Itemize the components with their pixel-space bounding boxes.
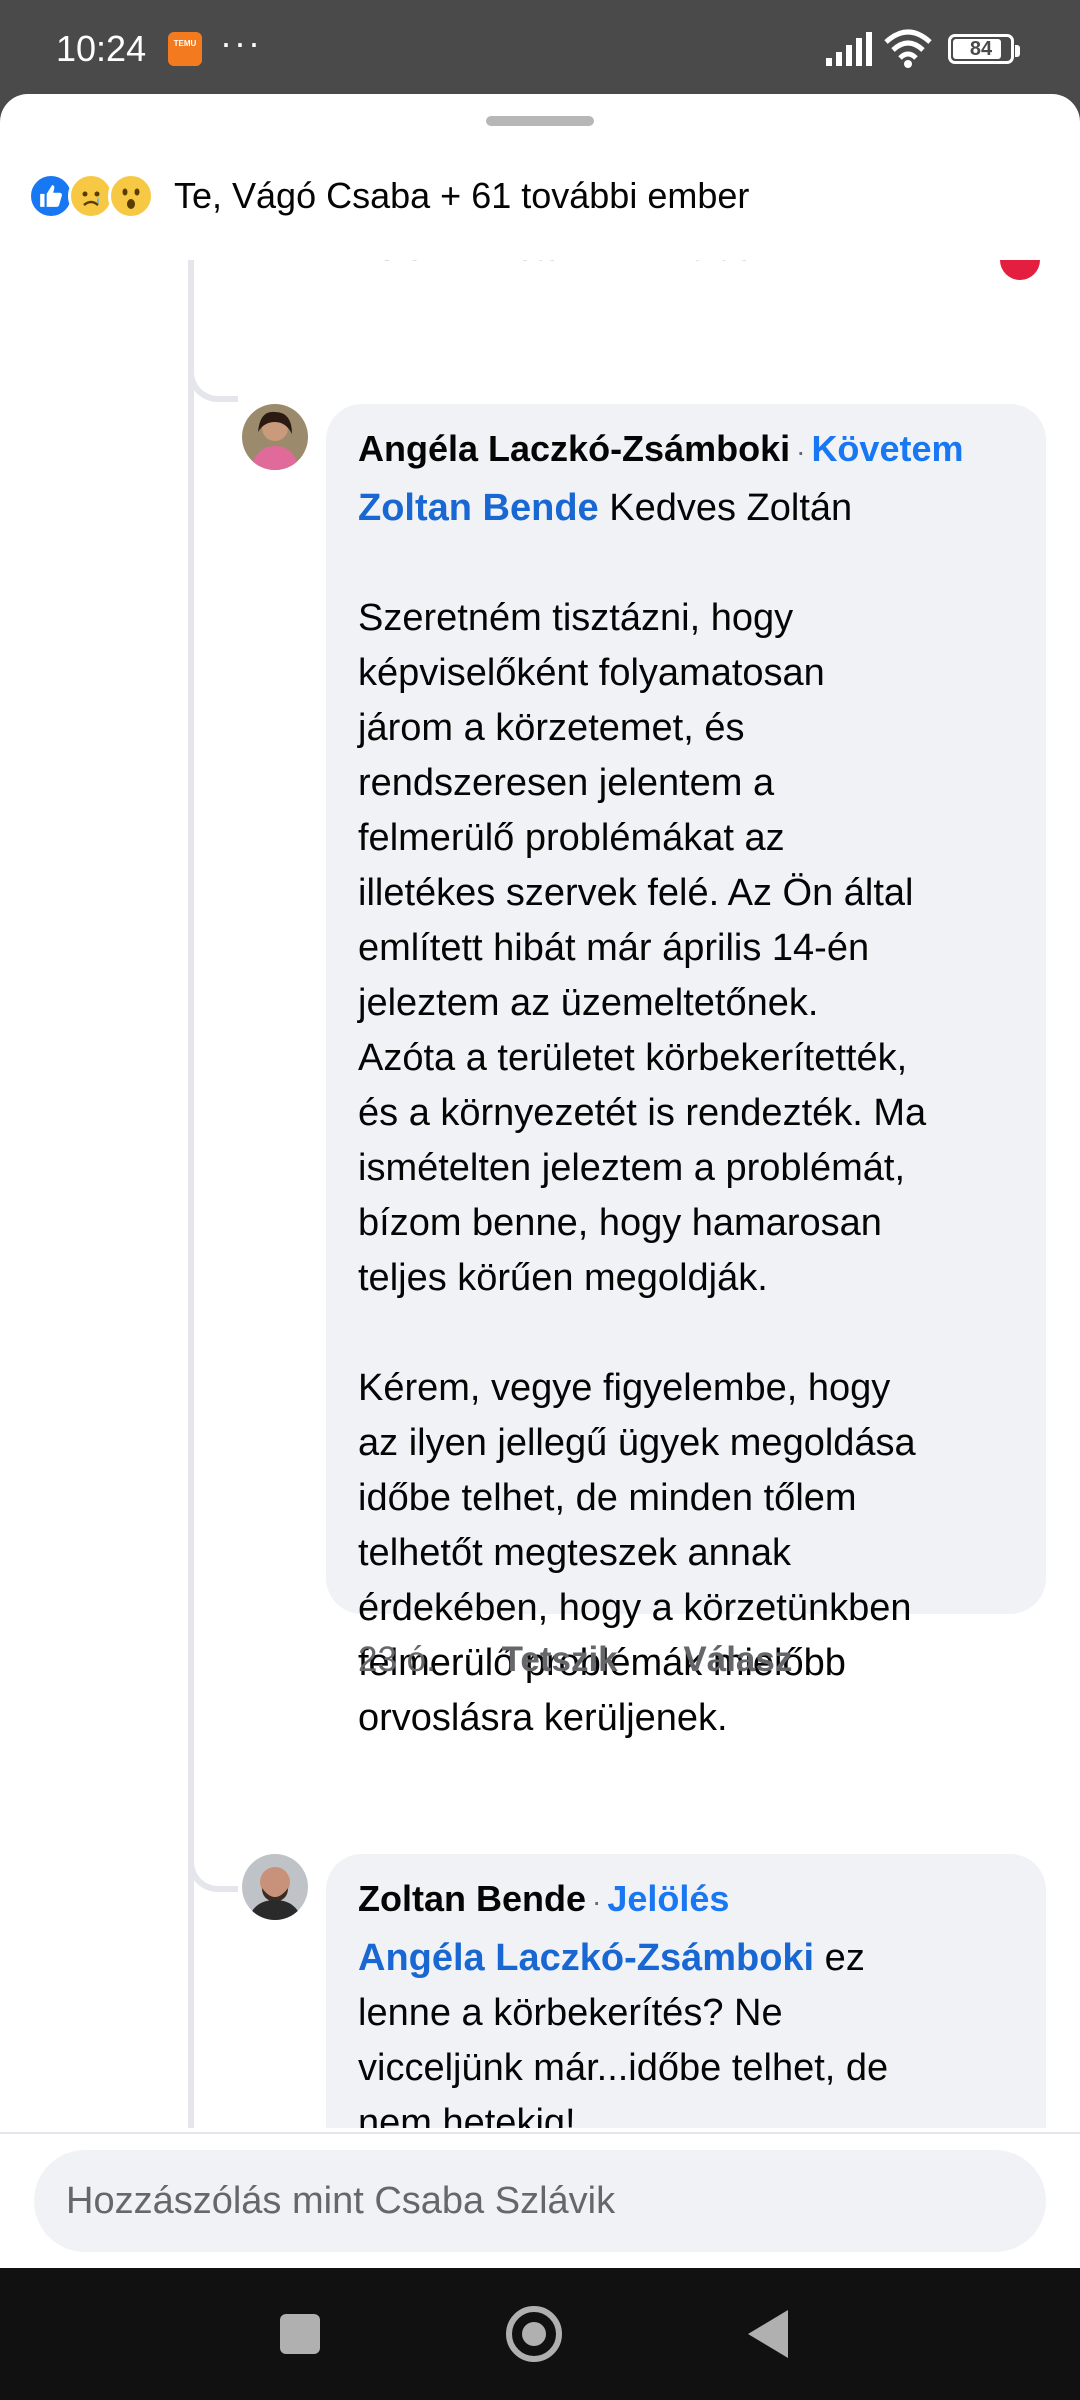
avatar[interactable] bbox=[242, 404, 308, 470]
comments-sheet: Te, Vágó Csaba + 61 további ember 23 ó. … bbox=[0, 94, 1080, 2268]
mention-link[interactable]: Zoltan Bende bbox=[358, 487, 599, 529]
comment-time: 23 ó. bbox=[358, 1640, 436, 1679]
more-notifications-icon: ··· bbox=[220, 22, 262, 63]
recents-button[interactable] bbox=[280, 2314, 320, 2354]
signal-icon bbox=[826, 32, 872, 66]
follow-button[interactable]: Követem bbox=[811, 428, 963, 469]
thread-branch bbox=[188, 362, 238, 402]
comment-body: lenne a körbekerítés? Ne vicceljünk már.… bbox=[358, 1992, 889, 2128]
system-nav-bar bbox=[0, 2268, 1080, 2400]
reactions-summary-text: Te, Vágó Csaba + 61 további ember bbox=[174, 175, 750, 216]
comment-thread[interactable]: 23 ó. Tetszik Válasz Angéla Laczkó-Zsámb… bbox=[0, 260, 1080, 2128]
reaction-badge-icon bbox=[1000, 260, 1040, 280]
tag-button[interactable]: Jelölés bbox=[607, 1878, 729, 1919]
comment-author[interactable]: Angéla Laczkó-Zsámboki bbox=[358, 428, 790, 469]
comment-author-line: Zoltan Bende · Jelölés bbox=[358, 1878, 730, 1919]
like-action[interactable]: Tetszik bbox=[498, 260, 602, 268]
drag-handle[interactable] bbox=[486, 116, 594, 126]
comment-bubble: Zoltan Bende · Jelölés Angéla Laczkó-Zsámb… bbox=[326, 1854, 1046, 2128]
status-bar: 10:24 TEMU ··· 84 bbox=[0, 0, 1080, 100]
battery-level: 84 bbox=[969, 38, 993, 60]
battery-icon: 84 bbox=[948, 34, 1020, 64]
reply-action[interactable]: Válasz bbox=[683, 1640, 792, 1679]
comment-author[interactable]: Zoltan Bende bbox=[358, 1878, 586, 1919]
wifi-icon bbox=[884, 29, 932, 68]
status-time: 10:24 bbox=[56, 28, 147, 69]
reply-action[interactable]: Válasz bbox=[668, 260, 770, 268]
mention-link[interactable]: Angéla Laczkó-Zsámboki bbox=[358, 1937, 814, 1979]
home-button[interactable] bbox=[506, 2306, 562, 2362]
comment-body: Szeretném tisztázni, hogy képviselőként … bbox=[358, 597, 927, 1739]
reactions-summary[interactable]: Te, Vágó Csaba + 61 további ember bbox=[28, 166, 749, 226]
comment-first-line: Angéla Laczkó-Zsámboki ez bbox=[358, 1937, 865, 1979]
comment-meta: 23 ó. Tetszik Válasz bbox=[358, 1640, 848, 1680]
comment-author-line: Angéla Laczkó-Zsámboki · Követem bbox=[358, 428, 964, 469]
comment-bubble: Angéla Laczkó-Zsámboki · Követem Zoltan Be… bbox=[326, 404, 1046, 1739]
temu-app-icon: TEMU bbox=[168, 32, 202, 66]
avatar[interactable] bbox=[242, 1854, 308, 1920]
comment-composer-bar: Hozzászólás mint Csaba Szlávik bbox=[0, 2132, 1080, 2268]
comment-first-line: Zoltan Bende Kedves Zoltán bbox=[358, 487, 853, 529]
thread-branch bbox=[188, 1852, 238, 1892]
like-action[interactable]: Tetszik bbox=[502, 1640, 618, 1679]
wow-icon bbox=[108, 173, 154, 219]
thread-line bbox=[188, 260, 194, 2128]
back-button[interactable] bbox=[748, 2310, 788, 2358]
previous-comment-meta: 23 ó. Tetszik Válasz bbox=[358, 260, 826, 269]
comment-input[interactable]: Hozzászólás mint Csaba Szlávik bbox=[34, 2150, 1046, 2252]
